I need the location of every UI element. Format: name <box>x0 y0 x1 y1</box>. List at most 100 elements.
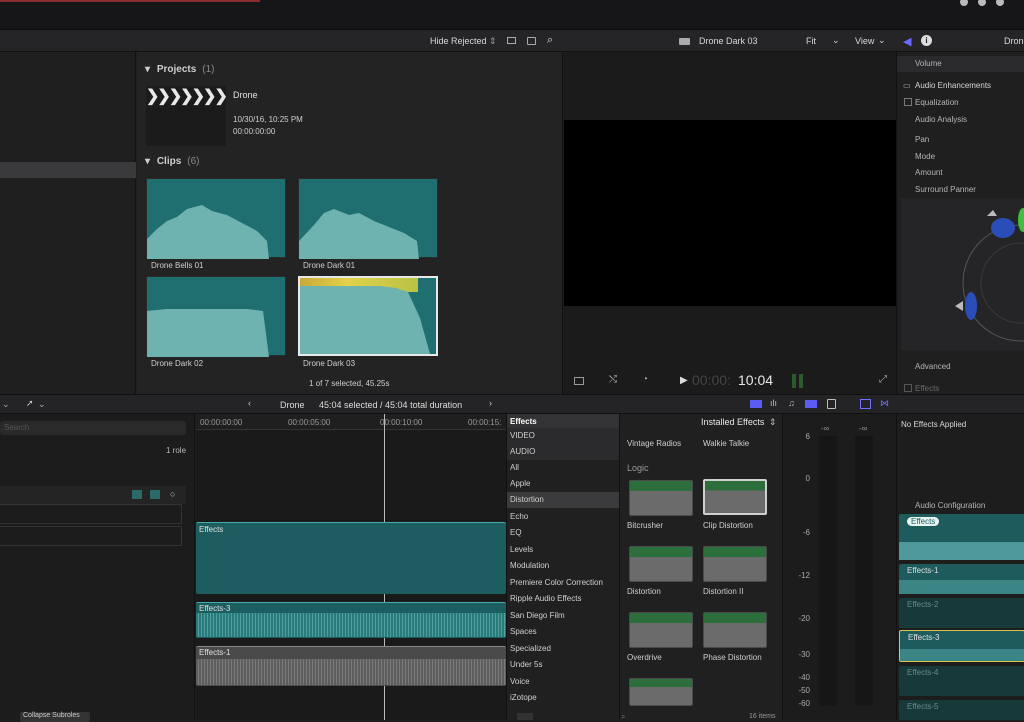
audio-component-disabled[interactable]: Effects-4 <box>899 666 1024 696</box>
timeline-clip[interactable]: Effects-3 <box>196 602 506 638</box>
inspector-toggle-icon[interactable] <box>827 399 836 409</box>
category-item[interactable]: Echo <box>507 509 619 525</box>
category-item[interactable]: San Diego Film <box>507 608 619 624</box>
audio-component-disabled[interactable]: Effects-5 <box>899 700 1024 720</box>
crop-icon[interactable] <box>574 377 584 385</box>
category-item[interactable]: Voice <box>507 674 619 690</box>
project-thumbnail[interactable]: ❯❯❯❯❯❯❯ <box>146 86 228 146</box>
timeline-clip[interactable]: Effects <box>196 522 506 594</box>
effect-name[interactable]: Overdrive <box>627 653 662 662</box>
effects-tab[interactable]: Effects <box>507 414 619 428</box>
view-menu[interactable]: View <box>855 36 874 46</box>
clip-thumbnail[interactable] <box>146 178 286 259</box>
audio-component[interactable]: Effects <box>899 514 1024 560</box>
category-item[interactable]: Levels <box>507 542 619 558</box>
clip-appearance-icon[interactable] <box>507 37 516 44</box>
chevron-down-icon[interactable]: ⌄ <box>832 35 840 46</box>
effect-thumbnail[interactable] <box>703 612 767 648</box>
category-item[interactable]: iZotope <box>507 690 619 706</box>
timecode-display[interactable]: 10:04 <box>738 372 773 388</box>
component-label[interactable]: Effects-2 <box>907 600 938 609</box>
effect-name[interactable]: Vintage Radios <box>627 439 681 448</box>
category-item[interactable]: Specialized <box>507 641 619 657</box>
circle-icon[interactable]: ○ <box>170 489 175 499</box>
chevron-down-icon[interactable]: ⌄ <box>2 399 10 410</box>
category-item[interactable]: Spaces <box>507 624 619 640</box>
search-icon[interactable]: ⌕ <box>621 712 625 722</box>
subroles-icon[interactable] <box>150 490 160 499</box>
clip-thumbnail[interactable] <box>146 276 286 357</box>
category-item[interactable]: Modulation <box>507 558 619 574</box>
clips-header[interactable]: ▾ Clips (6) <box>145 156 200 167</box>
component-label[interactable]: Effects-1 <box>907 566 938 575</box>
category-item[interactable]: Under 5s <box>507 657 619 673</box>
speaker-icon[interactable]: ◀ <box>903 35 911 48</box>
effect-name[interactable]: Phase Distortion <box>703 653 762 662</box>
lane-icon[interactable] <box>132 490 142 499</box>
fullscreen-icon[interactable]: ⤢ <box>879 374 887 385</box>
audio-component-disabled[interactable]: Effects-2 <box>899 598 1024 628</box>
effect-thumbnail[interactable] <box>629 612 693 648</box>
category-item[interactable]: Premiere Color Correction <box>507 575 619 591</box>
subrole-row[interactable] <box>0 504 182 524</box>
audio-enhancements-label[interactable]: Audio Enhancements <box>915 81 991 90</box>
category-item[interactable]: Ripple Audio Effects <box>507 591 619 607</box>
category-item-selected[interactable]: Distortion <box>507 492 619 508</box>
library-selected-row[interactable] <box>0 162 136 178</box>
effect-thumbnail[interactable] <box>629 480 693 516</box>
transitions-icon[interactable]: ⋈ <box>880 398 889 409</box>
clip-thumbnail-selected[interactable] <box>298 276 438 356</box>
installed-effects-menu[interactable]: Installed Effects <box>701 417 764 427</box>
effect-name[interactable]: Distortion II <box>703 587 743 596</box>
effect-name[interactable]: Clip Distortion <box>703 521 753 530</box>
equalization-checkbox[interactable] <box>904 98 912 106</box>
speed-icon[interactable]: ◔ <box>642 374 648 385</box>
chevron-down-icon[interactable]: ⌄ <box>38 399 46 410</box>
disclosure-triangle-icon[interactable]: ▾ <box>145 64 150 75</box>
category-item[interactable]: Apple <box>507 476 619 492</box>
effect-name[interactable]: Walkie Talkie <box>703 439 749 448</box>
timeline-clip[interactable]: Effects-1 <box>196 646 506 686</box>
effects-checkbox[interactable] <box>904 384 912 392</box>
effect-name[interactable]: Bitcrusher <box>627 521 663 530</box>
effect-thumbnail[interactable] <box>629 546 693 582</box>
surround-panner[interactable] <box>901 198 1024 350</box>
timeline-ruler[interactable]: 00:00:00:00 00:00:05:00 00:00:10:00 00:0… <box>196 414 506 430</box>
snapping-icon[interactable] <box>805 400 817 408</box>
collapse-subroles-button[interactable]: Collapse Subroles <box>20 712 90 722</box>
hide-rejected-menu[interactable]: Hide Rejected <box>430 36 487 46</box>
clip-thumbnail[interactable] <box>298 178 438 259</box>
search-icon[interactable]: ⌕ <box>547 34 553 47</box>
effect-thumbnail[interactable] <box>703 546 767 582</box>
filmstrip-icon[interactable] <box>527 37 536 45</box>
category-item[interactable]: EQ <box>507 525 619 541</box>
projects-header[interactable]: ▾ Projects (1) <box>145 64 215 75</box>
transform-icon[interactable]: ⤭ <box>609 374 617 385</box>
chevron-down-icon[interactable]: ⌄ <box>878 35 886 46</box>
headphones-icon[interactable]: ♫ <box>788 398 795 408</box>
category-item[interactable]: All <box>507 460 619 476</box>
audio-component-selected[interactable]: Effects-3 <box>899 630 1024 662</box>
clip-skimming-icon[interactable] <box>750 400 762 408</box>
effect-name[interactable]: Distortion <box>627 587 661 596</box>
component-label[interactable]: Effects-5 <box>907 702 938 711</box>
subrole-row[interactable] <box>0 526 182 546</box>
search-field[interactable]: Search <box>0 421 186 435</box>
video-canvas[interactable] <box>564 120 896 306</box>
next-icon[interactable]: › <box>489 398 492 408</box>
component-label[interactable]: Effects <box>907 517 940 526</box>
audio-skimming-icon[interactable]: ılı <box>770 398 777 408</box>
category-audio[interactable]: AUDIO <box>507 444 619 460</box>
component-label[interactable]: Effects-3 <box>908 633 939 642</box>
previous-icon[interactable]: ‹ <box>248 398 251 408</box>
category-video[interactable]: VIDEO <box>507 428 619 444</box>
effects-browser-icon[interactable] <box>860 399 871 409</box>
advanced-label[interactable]: Advanced <box>915 362 951 371</box>
info-icon[interactable]: i <box>921 35 932 46</box>
sidebar-toggle-icon[interactable] <box>517 713 533 720</box>
arrow-tool-icon[interactable]: ➚ <box>26 398 34 409</box>
audio-component[interactable]: Effects-1 <box>899 564 1024 594</box>
fit-menu[interactable]: Fit <box>806 36 816 46</box>
effect-thumbnail-selected[interactable] <box>703 479 767 515</box>
effect-thumbnail[interactable] <box>629 678 693 706</box>
